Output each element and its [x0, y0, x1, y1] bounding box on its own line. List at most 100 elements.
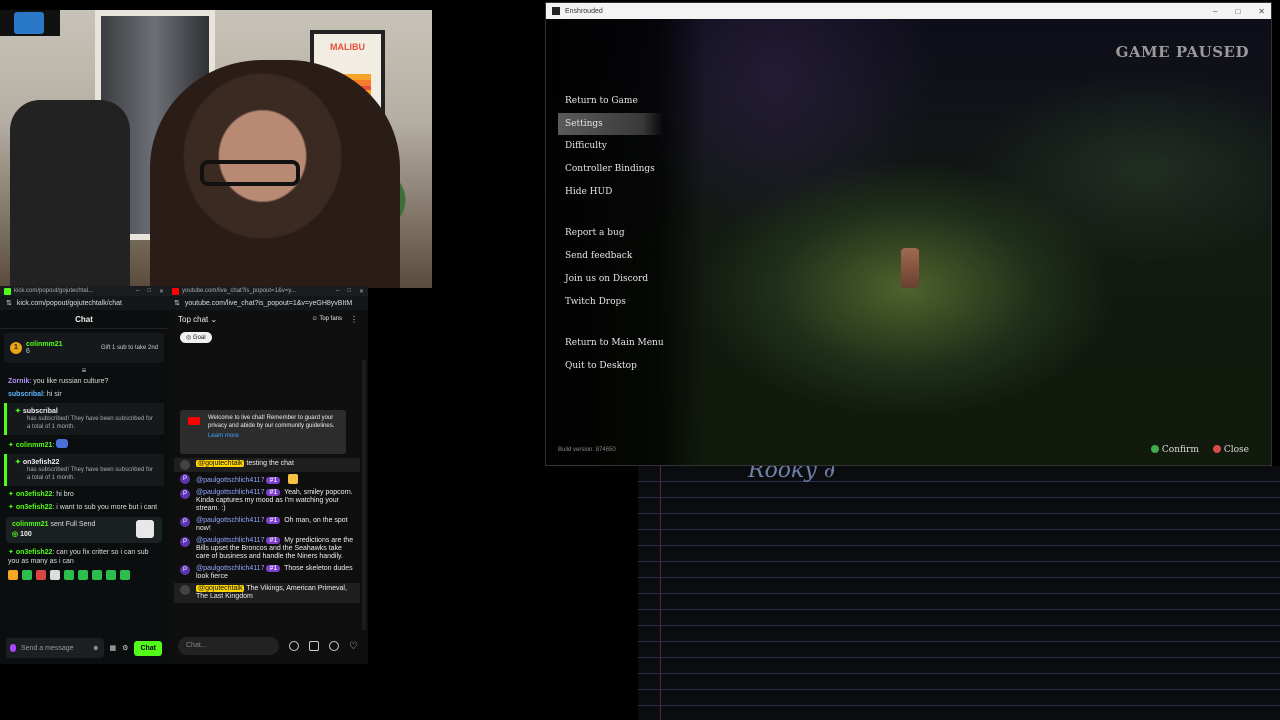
- menu-item-hide-hud[interactable]: Hide HUD: [558, 181, 668, 204]
- minimize-icon[interactable]: –: [136, 288, 139, 295]
- chevron-down-icon: ⌄: [210, 314, 218, 324]
- gift-icon[interactable]: ▦: [110, 644, 117, 652]
- emote-icon[interactable]: [78, 570, 88, 580]
- site-info-icon[interactable]: ⇅: [6, 299, 12, 307]
- menu-item-send-feedback[interactable]: Send feedback: [558, 245, 668, 268]
- kick-message-input[interactable]: Send a message ☻: [6, 638, 104, 658]
- close-icon[interactable]: ✕: [1258, 7, 1265, 16]
- yt-input-row: Chat... ♡: [178, 636, 358, 656]
- top-fans-button[interactable]: ☺ Top fans: [312, 316, 342, 322]
- user-avatar[interactable]: [180, 585, 190, 595]
- minimize-icon[interactable]: –: [336, 288, 339, 295]
- chat-username[interactable]: on3efish22: [16, 504, 53, 511]
- yt-author-name[interactable]: @paulgottschlich4117: [196, 565, 264, 572]
- member-badge: #1: [266, 489, 281, 496]
- learn-more-link[interactable]: Learn more: [208, 433, 340, 441]
- sub-username[interactable]: subscribal: [23, 408, 58, 415]
- menu-item-return-to-game[interactable]: Return to Game: [558, 90, 668, 113]
- goal-chip[interactable]: ◎ Goal: [180, 332, 212, 343]
- menu-item-report-a-bug[interactable]: Report a bug: [558, 222, 668, 245]
- close-prompt[interactable]: Close: [1212, 445, 1249, 455]
- b-button-icon: [1212, 445, 1221, 453]
- sub-text: has subscribed! They have been subscribe…: [27, 467, 153, 481]
- kick-window-titlebar: kick.com/popout/gojutechtal... – □ ✕: [0, 286, 168, 296]
- sub-username[interactable]: on3efish22: [23, 459, 60, 466]
- menu-item-difficulty[interactable]: Difficulty: [558, 135, 668, 158]
- chat-username[interactable]: colinmm21: [16, 442, 53, 449]
- member-badge: #1: [266, 517, 281, 524]
- yt-address-bar[interactable]: ⇅ youtube.com/live_chat?is_popout=1&v=ye…: [168, 296, 368, 310]
- microphone-icon[interactable]: [10, 644, 16, 652]
- minimize-icon[interactable]: –: [1213, 7, 1217, 16]
- site-info-icon[interactable]: ⇅: [174, 299, 180, 307]
- super-chat-icon[interactable]: [309, 641, 320, 651]
- yt-chat-message: P @paulgottschlich4117 #1 Those skeleton d…: [174, 563, 360, 583]
- yt-author-name[interactable]: @paulgottschlich4117: [196, 477, 264, 484]
- confirm-prompt[interactable]: Confirm: [1150, 445, 1199, 455]
- maximize-icon[interactable]: □: [147, 288, 151, 295]
- emote-icon[interactable]: [22, 570, 32, 580]
- pin-toggle-icon[interactable]: ≡: [0, 367, 168, 375]
- leaderboard-user[interactable]: colinmm21: [26, 341, 63, 348]
- close-icon[interactable]: ✕: [159, 288, 164, 295]
- user-avatar[interactable]: P: [180, 537, 190, 547]
- chat-username[interactable]: Zornik: [8, 378, 29, 385]
- yt-chat-input[interactable]: Chat...: [178, 637, 280, 655]
- yt-url: youtube.com/live_chat?is_popout=1&v=yeGH…: [184, 299, 353, 307]
- close-icon[interactable]: ✕: [359, 288, 364, 295]
- emote-icon[interactable]: [50, 570, 60, 580]
- maximize-icon[interactable]: □: [1235, 7, 1240, 16]
- yt-author-name[interactable]: @gojutechtalk: [196, 585, 245, 592]
- add-icon[interactable]: [329, 641, 340, 651]
- menu-item-return-to-main-menu[interactable]: Return to Main Menu: [558, 332, 668, 355]
- yt-chat-message: P @paulgottschlich4117 #1 Oh man, on the s…: [174, 515, 360, 535]
- chat-text: : you like russian culture?: [29, 378, 109, 385]
- yt-author-name[interactable]: @gojutechtalk: [196, 460, 245, 467]
- chat-username[interactable]: on3efish22: [16, 549, 53, 556]
- gift-username[interactable]: colinmm21: [12, 521, 49, 528]
- chat-text: :: [52, 442, 55, 449]
- goal-icon: ◎: [186, 335, 192, 341]
- menu-item-quit-to-desktop[interactable]: Quit to Desktop: [558, 355, 668, 378]
- emote-icon[interactable]: [64, 570, 74, 580]
- user-avatar[interactable]: [180, 460, 190, 470]
- menu-item-controller-bindings[interactable]: Controller Bindings: [558, 158, 668, 181]
- notebook-canvas[interactable]: Rooky ∂: [638, 458, 1280, 720]
- gift-amount: 100: [20, 531, 32, 538]
- chat-username[interactable]: subscribal: [8, 391, 43, 398]
- emoji-icon[interactable]: [289, 641, 300, 651]
- emote-icon[interactable]: [8, 570, 18, 580]
- heart-icon[interactable]: ♡: [349, 641, 358, 652]
- yt-author-name[interactable]: @paulgottschlich4117: [196, 517, 264, 524]
- kick-address-bar[interactable]: ⇅ kick.com/popout/gojutechtalk/chat: [0, 296, 168, 310]
- menu-item-settings[interactable]: Settings: [558, 112, 663, 136]
- yt-chat-message: P @paulgottschlich4117 #1 My predictions a…: [174, 535, 360, 563]
- game-window: Enshrouded – □ ✕ GAME PAUSED Return to G…: [545, 2, 1272, 466]
- top-chat-dropdown[interactable]: Top chat ⌄: [178, 315, 217, 324]
- chat-message: ✦ on3efish22: hi bro: [0, 488, 168, 501]
- emote-icon[interactable]: [120, 570, 130, 580]
- settings-gear-icon[interactable]: ⚙: [122, 644, 128, 652]
- kick-chat-window: kick.com/popout/gojutechtal... – □ ✕ ⇅ k…: [0, 286, 168, 664]
- emote-icon[interactable]: [36, 570, 46, 580]
- kick-send-button[interactable]: Chat: [134, 640, 162, 656]
- chat-username[interactable]: on3efish22: [16, 491, 53, 498]
- yt-author-name[interactable]: @paulgottschlich4117: [196, 537, 264, 544]
- input-placeholder: Send a message: [21, 644, 74, 652]
- user-avatar[interactable]: P: [180, 474, 190, 484]
- kick-gift-leaderboard[interactable]: 1 colinmm21 6 Gift 1 sub to take 2nd: [4, 333, 164, 363]
- maximize-icon[interactable]: □: [347, 288, 351, 295]
- user-avatar[interactable]: P: [180, 517, 190, 527]
- more-options-icon[interactable]: ⋮: [350, 315, 358, 324]
- emote-icon[interactable]: [92, 570, 102, 580]
- user-avatar[interactable]: P: [180, 565, 190, 575]
- emote-icon[interactable]: [106, 570, 116, 580]
- menu-item-join-us-on-discord[interactable]: Join us on Discord: [558, 268, 668, 291]
- yt-author-name[interactable]: @paulgottschlich4117: [196, 489, 264, 496]
- menu-item-twitch-drops[interactable]: Twitch Drops: [558, 291, 668, 314]
- emoji-icon[interactable]: ☻: [92, 645, 99, 652]
- yt-chat-message: P @paulgottschlich4117 #1: [174, 472, 360, 487]
- sub-text: has subscribed! They have been subscribe…: [27, 416, 153, 430]
- user-avatar[interactable]: P: [180, 489, 190, 499]
- yt-scrollbar[interactable]: [362, 360, 366, 630]
